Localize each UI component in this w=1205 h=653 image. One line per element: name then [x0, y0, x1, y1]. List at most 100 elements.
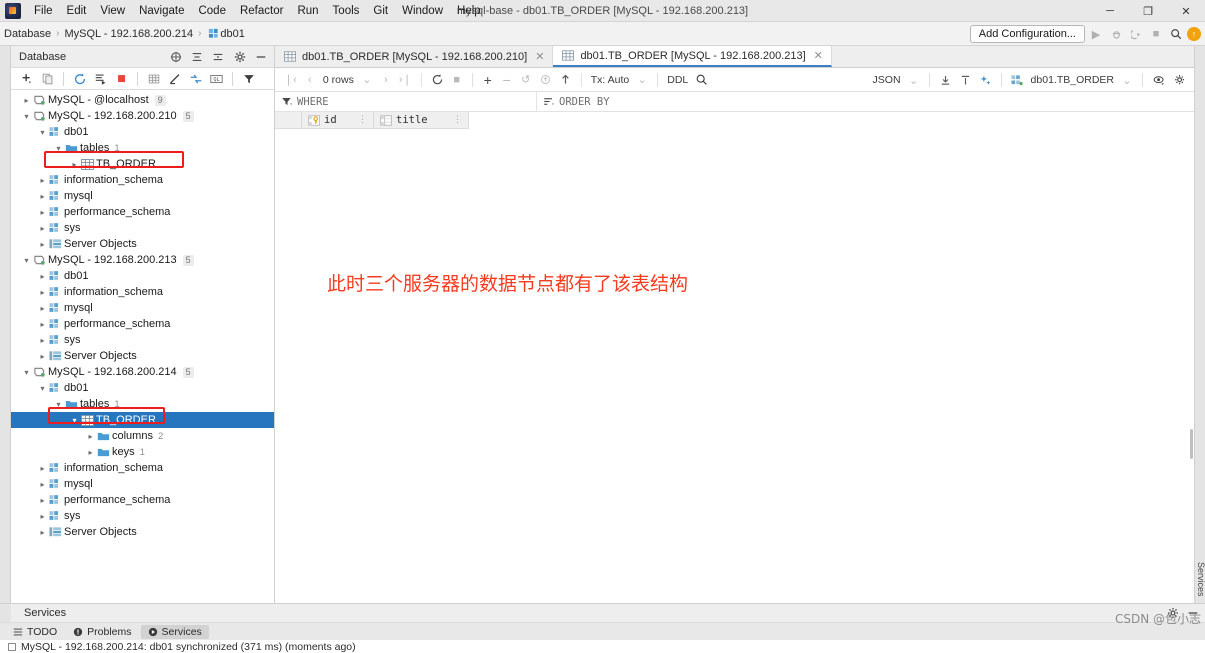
chevron-right-icon[interactable]: ▸: [37, 528, 48, 537]
first-page-button[interactable]: ❘‹: [281, 70, 300, 90]
chevron-right-icon[interactable]: ▸: [37, 208, 48, 217]
chevron-right-icon[interactable]: ▸: [85, 432, 96, 441]
chevron-right-icon[interactable]: ▸: [37, 176, 48, 185]
open-data-editor-icon[interactable]: [144, 69, 163, 88]
menu-edit[interactable]: Edit: [60, 2, 94, 20]
duplicate-icon[interactable]: [38, 69, 57, 88]
bottom-tab-todo[interactable]: TODO: [6, 625, 64, 639]
submit-changes-icon[interactable]: [536, 70, 555, 90]
menu-refactor[interactable]: Refactor: [233, 2, 290, 20]
chevron-right-icon[interactable]: ▸: [37, 272, 48, 281]
chevron-right-icon[interactable]: ▸: [37, 512, 48, 521]
tree-item[interactable]: ▸ sys: [11, 332, 274, 348]
breadcrumb-datasource[interactable]: MySQL - 192.168.200.214: [64, 28, 193, 40]
chevron-right-icon[interactable]: ▸: [37, 480, 48, 489]
collapse-all-icon[interactable]: [210, 49, 226, 65]
tree-item[interactable]: ▸ mysql: [11, 300, 274, 316]
tree-item[interactable]: ▸ performance_schema: [11, 492, 274, 508]
chevron-down-icon[interactable]: ▾: [53, 144, 64, 153]
chevron-right-icon[interactable]: ▸: [37, 288, 48, 297]
tree-item[interactable]: ▸ MySQL - @localhost 9: [11, 92, 274, 108]
tree-item[interactable]: ▸ keys 1: [11, 444, 274, 460]
chevron-right-icon[interactable]: ▸: [37, 464, 48, 473]
stop-icon[interactable]: ■: [448, 70, 466, 90]
tree-item[interactable]: ▸ db01: [11, 268, 274, 284]
column-sort-icon[interactable]: ⋮: [453, 115, 462, 125]
grid-body[interactable]: 此时三个服务器的数据节点都有了该表结构: [275, 129, 1194, 603]
menu-tools[interactable]: Tools: [326, 2, 367, 20]
row-count-label[interactable]: 0 rows: [320, 74, 357, 86]
query-console-icon[interactable]: QL: [207, 69, 226, 88]
tree-item[interactable]: ▸ TB_ORDER: [11, 156, 274, 172]
bottom-tab-services[interactable]: Services: [140, 624, 209, 639]
tree-item[interactable]: ▾ db01: [11, 124, 274, 140]
chevron-right-icon[interactable]: ▸: [37, 240, 48, 249]
column-header-id[interactable]: id ⋮: [302, 112, 374, 129]
chevron-down-icon[interactable]: ▾: [37, 128, 48, 137]
next-page-button[interactable]: ›: [377, 70, 395, 90]
last-page-button[interactable]: ›❘: [396, 70, 415, 90]
chevron-down-icon[interactable]: ▾: [69, 416, 80, 425]
chevron-down-icon[interactable]: ▾: [21, 256, 32, 265]
hide-panel-icon[interactable]: [253, 49, 269, 65]
chevron-down-icon[interactable]: ⌄: [1118, 70, 1136, 90]
add-new-icon[interactable]: [17, 69, 36, 88]
data-settings-icon[interactable]: [1170, 70, 1190, 90]
menu-file[interactable]: File: [27, 2, 60, 20]
ai-assistant-icon[interactable]: [976, 70, 995, 90]
breadcrumb-database[interactable]: Database: [4, 28, 51, 40]
search-everywhere-icon[interactable]: [1167, 25, 1185, 43]
run-with-coverage-icon[interactable]: [1127, 25, 1145, 43]
menu-git[interactable]: Git: [366, 2, 395, 20]
tree-item[interactable]: ▾ tables 1: [11, 396, 274, 412]
vertical-scrollbar[interactable]: [1190, 429, 1193, 459]
right-strip-services-label[interactable]: Services: [1196, 562, 1205, 597]
maximize-button[interactable]: ❐: [1129, 0, 1167, 22]
chevron-down-icon[interactable]: ▾: [53, 400, 64, 409]
tree-item[interactable]: ▸ performance_schema: [11, 316, 274, 332]
menu-code[interactable]: Code: [191, 2, 233, 20]
refresh-icon[interactable]: [70, 69, 89, 88]
tree-item[interactable]: ▸ information_schema: [11, 460, 274, 476]
tree-item[interactable]: ▾ MySQL - 192.168.200.213 5: [11, 252, 274, 268]
expand-all-icon[interactable]: [189, 49, 205, 65]
column-header-title[interactable]: title ⋮: [374, 112, 469, 129]
close-icon[interactable]: ✕: [814, 49, 823, 62]
chevron-right-icon[interactable]: ▸: [85, 448, 96, 457]
view-options-icon[interactable]: [1149, 70, 1169, 90]
chevron-down-icon[interactable]: ▾: [21, 368, 32, 377]
add-configuration-button[interactable]: Add Configuration...: [969, 25, 1085, 43]
menu-window[interactable]: Window: [395, 2, 450, 20]
left-strip-database-label[interactable]: Database: [0, 13, 1, 52]
modify-icon[interactable]: [165, 69, 184, 88]
reload-icon[interactable]: [428, 70, 447, 90]
close-icon[interactable]: ✕: [535, 50, 544, 63]
tree-item[interactable]: ▾ MySQL - 192.168.200.214 5: [11, 364, 274, 380]
tree-item[interactable]: ▸ information_schema: [11, 172, 274, 188]
column-sort-icon[interactable]: ⋮: [358, 115, 367, 125]
update-badge-icon[interactable]: ↑: [1187, 27, 1201, 41]
chevron-right-icon[interactable]: ▸: [37, 320, 48, 329]
transaction-mode-label[interactable]: Tx: Auto: [588, 74, 633, 86]
chevron-right-icon[interactable]: ▸: [37, 496, 48, 505]
tree-item[interactable]: ▸ sys: [11, 220, 274, 236]
run-icon[interactable]: ▶: [1087, 25, 1105, 43]
chevron-down-icon[interactable]: ⌄: [633, 70, 651, 90]
bottom-tab-problems[interactable]: Problems: [66, 625, 138, 639]
tree-item[interactable]: ▸ Server Objects: [11, 524, 274, 540]
menu-help[interactable]: Help: [450, 2, 488, 20]
database-tree[interactable]: ▸ MySQL - @localhost 9 ▾ MySQL - 192.168.200…: [11, 90, 274, 603]
tree-item[interactable]: ▾ db01: [11, 380, 274, 396]
chevron-down-icon[interactable]: ▾: [21, 112, 32, 121]
scope-label[interactable]: db01.TB_ORDER: [1028, 74, 1117, 86]
chevron-right-icon[interactable]: ▸: [37, 224, 48, 233]
search-icon[interactable]: [692, 70, 711, 90]
tree-item[interactable]: ▸ mysql: [11, 476, 274, 492]
order-by-filter[interactable]: ORDER BY: [537, 92, 1194, 111]
where-filter[interactable]: WHERE: [275, 92, 537, 111]
tree-item[interactable]: ▸ performance_schema: [11, 204, 274, 220]
chevron-down-icon[interactable]: ⌄: [358, 70, 376, 90]
chevron-right-icon[interactable]: ▸: [37, 352, 48, 361]
chevron-right-icon[interactable]: ▸: [69, 160, 80, 169]
ddl-button[interactable]: DDL: [664, 74, 691, 86]
